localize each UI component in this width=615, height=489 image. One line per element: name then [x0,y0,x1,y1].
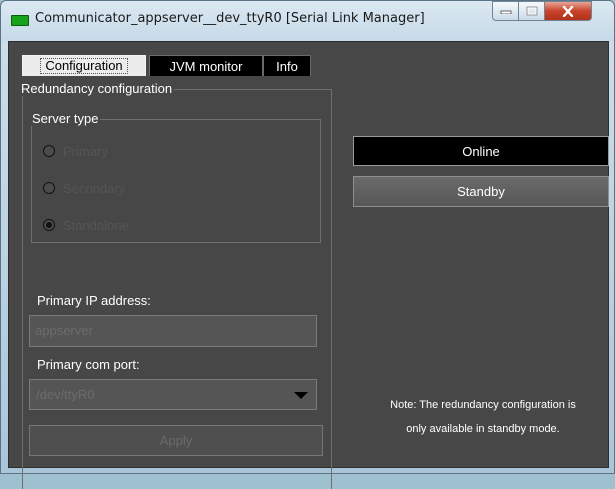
close-button[interactable] [545,1,592,21]
minimize-button[interactable] [492,1,519,21]
tab-configuration[interactable]: Configuration [22,55,146,76]
title-bar[interactable]: Communicator_appserver__dev_ttyR0 [Seria… [1,1,614,41]
chevron-down-icon[interactable] [294,392,308,400]
redundancy-configuration-label: Redundancy configuration [19,81,175,96]
radio-selected-dot [46,222,52,228]
radio-standalone-button[interactable] [43,219,55,231]
tab-jvm-monitor[interactable]: JVM monitor [149,55,263,76]
online-button[interactable]: Online [353,136,609,166]
radio-standalone[interactable]: Standalone [43,216,129,234]
apply-button[interactable]: Apply [29,425,323,456]
maximize-button[interactable] [519,1,545,21]
window-title: Communicator_appserver__dev_ttyR0 [Seria… [35,11,425,26]
tab-info[interactable]: Info [263,55,311,76]
primary-com-value: /dev/ttyR0 [36,387,95,402]
note-line-2: only available in standby mode. [406,423,560,435]
standby-button[interactable]: Standby [353,176,609,207]
radio-standalone-label: Standalone [63,217,129,233]
tab-configuration-label: Configuration [40,58,128,74]
primary-ip-label: Primary IP address: [37,293,151,308]
radio-secondary-label: Secondary [63,180,126,196]
close-icon [562,5,574,17]
radio-primary[interactable]: Primary [43,142,108,160]
app-window: Communicator_appserver__dev_ttyR0 [Seria… [0,0,615,489]
radio-secondary[interactable]: Secondary [43,179,125,197]
radio-secondary-button[interactable] [43,182,55,194]
primary-ip-input[interactable]: appserver [29,315,317,347]
app-status-icon [11,15,29,26]
window-controls [492,1,592,23]
primary-com-select[interactable]: /dev/ttyR0 [29,379,317,410]
primary-com-label: Primary com port: [37,357,140,372]
server-type-label: Server type [30,111,101,126]
maximize-icon [526,6,537,16]
radio-primary-button[interactable] [43,145,55,157]
radio-primary-label: Primary [63,143,108,159]
note-line-1: Note: The redundancy configuration is [390,399,576,411]
minimize-icon [500,10,511,14]
